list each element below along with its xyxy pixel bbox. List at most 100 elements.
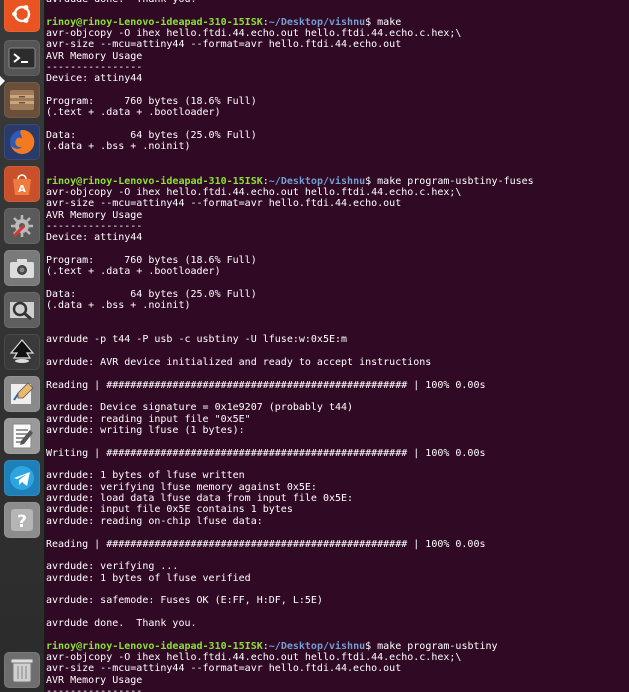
prompt-user-host: rinoy@rinoy-Lenovo-ideapad-310-15ISK	[46, 175, 263, 187]
output-line: avrdude: safemode: Fuses OK (E:FF, H:DF,…	[46, 595, 629, 606]
prompt-line: rinoy@rinoy-Lenovo-ideapad-310-15ISK:~/D…	[46, 176, 629, 187]
output-line: avrdude: verifying lfuse memory against …	[46, 482, 629, 493]
output-line: avrdude: 1 bytes of lfuse verified	[46, 573, 629, 584]
text-editor-icon[interactable]	[4, 418, 40, 454]
command-text: $ make program-usbtiny-fuses	[365, 175, 534, 187]
output-text: ----------------	[46, 685, 143, 692]
output-text: avrdude: 1 bytes of lfuse verified	[46, 572, 251, 584]
output-text: avrdude -p t44 -P usb -c usbtiny -U lfus…	[46, 334, 348, 346]
output-line: avrdude done. Thank you.	[46, 618, 629, 629]
output-text: avr-size --mcu=attiny44 --format=avr hel…	[46, 663, 402, 675]
output-line: avrdude: reading input file "0x5E"	[46, 414, 629, 425]
svg-text:A: A	[18, 184, 26, 195]
output-line: avrdude: Device signature = 0x1e9207 (pr…	[46, 402, 629, 413]
output-line: avrdude -p t44 -P usb -c usbtiny -U lfus…	[46, 334, 629, 345]
output-text: avrdude: Device signature = 0x1e9207 (pr…	[46, 402, 354, 414]
terminal-output[interactable]: avrdude done. Thank you. rinoy@rinoy-Leno…	[46, 0, 629, 692]
output-line: avrdude: 1 bytes of lfuse written	[46, 470, 629, 481]
output-text: avrdude: reading input file "0x5E"	[46, 413, 251, 425]
help-icon[interactable]: ?	[4, 502, 40, 538]
output-text: ----------------	[46, 220, 143, 232]
prompt-path: ~/Desktop/vishnu	[268, 16, 366, 28]
settings-icon[interactable]	[4, 208, 40, 244]
output-text: Reading | ##############################…	[46, 379, 486, 391]
output-line: Data: 64 bytes (25.0% Full)	[46, 289, 629, 300]
command-text: $ make program-usbtiny	[365, 640, 498, 652]
output-line: avr-objcopy -O ihex hello.ftdi.44.echo.o…	[46, 28, 629, 39]
files-icon[interactable]	[4, 82, 40, 118]
output-text: avrdude: reading on-chip lfuse data:	[46, 515, 263, 527]
output-text: Device: attiny44	[46, 73, 143, 85]
output-text: Data: 64 bytes (25.0% Full)	[46, 130, 257, 142]
output-text: Reading | ##############################…	[46, 538, 486, 550]
output-text: AVR Memory Usage	[46, 50, 143, 62]
output-line: Reading | ##############################…	[46, 539, 629, 550]
help-glyph: ?	[17, 512, 27, 532]
output-text: (.text + .data + .bootloader)	[46, 266, 221, 278]
output-line: ----------------	[46, 221, 629, 232]
output-line: avr-size --mcu=attiny44 --format=avr hel…	[46, 663, 629, 674]
output-text: avrdude: 1 bytes of lfuse written	[46, 470, 245, 482]
output-line: avrdude: AVR device initialized and read…	[46, 357, 629, 368]
output-text: avr-size --mcu=attiny44 --format=avr hel…	[46, 39, 402, 51]
prompt-user-host: rinoy@rinoy-Lenovo-ideapad-310-15ISK	[46, 640, 263, 652]
output-text: avrdude: input file 0x5E contains 1 byte…	[46, 504, 293, 516]
output-line: ----------------	[46, 686, 629, 692]
output-line: Device: attiny44	[46, 232, 629, 243]
output-text: avrdude: safemode: Fuses OK (E:FF, H:DF,…	[46, 595, 323, 607]
trash-icon[interactable]	[4, 652, 40, 688]
output-text: Writing | ##############################…	[46, 447, 486, 459]
output-text: avrdude: verifying lfuse memory against …	[46, 481, 317, 493]
screenshot-icon[interactable]	[4, 250, 40, 286]
command-text: $ make	[365, 16, 402, 28]
output-line: AVR Memory Usage	[46, 675, 629, 686]
output-text: avrdude done. Thank you.	[46, 0, 197, 5]
output-text: avrdude done. Thank you.	[46, 617, 197, 629]
output-text: avrdude: AVR device initialized and read…	[46, 357, 432, 368]
prompt-path: ~/Desktop/vishnu	[268, 640, 366, 652]
prompt-line: rinoy@rinoy-Lenovo-ideapad-310-15ISK:~/D…	[46, 641, 629, 652]
terminal-icon[interactable]	[4, 40, 40, 76]
software-center-icon[interactable]: A	[4, 166, 40, 202]
output-line: avrdude: verifying ...	[46, 561, 629, 572]
output-text: Program: 760 bytes (18.6% Full)	[46, 254, 257, 266]
output-line: Program: 760 bytes (18.6% Full)	[46, 96, 629, 107]
output-text: avrdude: verifying ...	[46, 561, 179, 573]
output-text: AVR Memory Usage	[46, 674, 143, 686]
output-text: ----------------	[46, 62, 143, 74]
inkscape-icon[interactable]	[4, 334, 40, 370]
image-viewer-icon[interactable]	[4, 292, 40, 328]
output-text: avr-objcopy -O ihex hello.ftdi.44.echo.o…	[46, 651, 462, 663]
output-text: (.data + .bss + .noinit)	[46, 141, 191, 153]
output-line: avrdude: load data lfuse data from input…	[46, 493, 629, 504]
firefox-icon[interactable]	[4, 124, 40, 160]
output-line: AVR Memory Usage	[46, 210, 629, 221]
ubuntu-logo-icon[interactable]	[4, 0, 40, 32]
output-text: avrdude: writing lfuse (1 bytes):	[46, 425, 245, 437]
output-line: avr-objcopy -O ihex hello.ftdi.44.echo.o…	[46, 652, 629, 663]
telegram-icon[interactable]	[4, 460, 40, 496]
output-text: AVR Memory Usage	[46, 209, 143, 221]
drawing-icon[interactable]	[4, 376, 40, 412]
output-line: Device: attiny44	[46, 73, 629, 84]
output-line: avr-objcopy -O ihex hello.ftdi.44.echo.o…	[46, 187, 629, 198]
output-line: avrdude: writing lfuse (1 bytes):	[46, 425, 629, 436]
output-line: Data: 64 bytes (25.0% Full)	[46, 130, 629, 141]
